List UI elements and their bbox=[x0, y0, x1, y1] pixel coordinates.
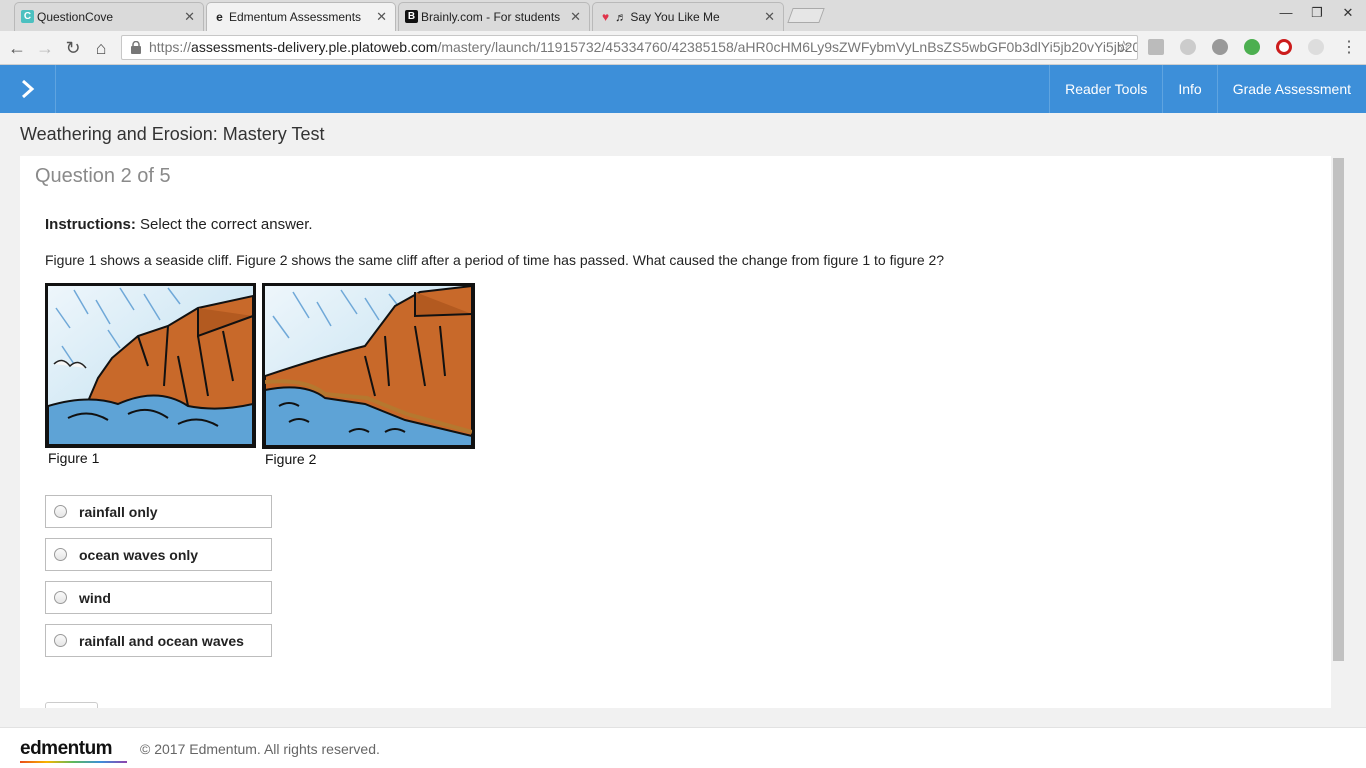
close-tab-icon[interactable]: ✕ bbox=[376, 9, 387, 25]
next-button[interactable] bbox=[45, 702, 98, 708]
edmentum-logo: edmentum bbox=[20, 738, 113, 759]
instructions-label: Instructions: bbox=[45, 216, 136, 233]
extension-icon[interactable] bbox=[1180, 39, 1196, 55]
answer-choice-rainfall-only[interactable]: rainfall only bbox=[45, 495, 272, 528]
tab-edmentum[interactable]: e Edmentum Assessments ✕ bbox=[206, 2, 396, 31]
header-nav: Reader Tools Info Grade Assessment bbox=[1049, 65, 1366, 113]
choice-label: ocean waves only bbox=[79, 547, 199, 563]
url-scheme: https:// bbox=[149, 39, 192, 55]
close-window-icon[interactable]: ✕ bbox=[1338, 5, 1358, 21]
reload-icon[interactable]: ↻ bbox=[62, 37, 84, 59]
grade-assessment-button[interactable]: Grade Assessment bbox=[1216, 65, 1366, 113]
instructions-text: Select the correct answer. bbox=[140, 216, 313, 233]
forward-icon[interactable]: → bbox=[34, 37, 56, 59]
figure-1-image bbox=[45, 283, 256, 448]
info-button[interactable]: Info bbox=[1162, 65, 1216, 113]
page-title: Weathering and Erosion: Mastery Test bbox=[20, 124, 325, 144]
radio-button[interactable] bbox=[54, 505, 67, 518]
radio-button[interactable] bbox=[54, 591, 67, 604]
bookmark-star-icon[interactable]: ☆ bbox=[1117, 36, 1131, 59]
iheartradio-icon: ♥ bbox=[601, 9, 610, 24]
address-bar[interactable]: https://assessments-delivery.ple.platowe… bbox=[121, 35, 1138, 60]
extension-icon[interactable] bbox=[1212, 39, 1228, 55]
extension-icon[interactable] bbox=[1148, 39, 1164, 55]
tab-iheartradio[interactable]: ♥ ♬ Say You Like Me ✕ bbox=[592, 2, 784, 31]
browser-tab-strip: C QuestionCove ✕ e Edmentum Assessments … bbox=[0, 0, 1366, 31]
menu-toggle-button[interactable] bbox=[0, 65, 56, 113]
hangouts-icon[interactable] bbox=[1244, 39, 1260, 55]
figure-2-caption: Figure 2 bbox=[265, 451, 317, 467]
scrollbar-thumb[interactable] bbox=[1333, 158, 1344, 661]
tab-title: ♬ Say You Like Me bbox=[615, 10, 720, 24]
minimize-icon[interactable]: — bbox=[1276, 5, 1296, 20]
choice-label: wind bbox=[79, 590, 111, 606]
radio-button[interactable] bbox=[54, 548, 67, 561]
choice-label: rainfall and ocean waves bbox=[79, 633, 244, 649]
close-tab-icon[interactable]: ✕ bbox=[184, 9, 195, 25]
figure-2-image bbox=[262, 283, 475, 449]
tab-questioncove[interactable]: C QuestionCove ✕ bbox=[14, 2, 204, 31]
browser-toolbar: ← → ↻ ⌂ https://assessments-delivery.ple… bbox=[0, 31, 1366, 65]
app-header: Reader Tools Info Grade Assessment bbox=[0, 65, 1366, 113]
chrome-menu-icon[interactable]: ⋮ bbox=[1338, 37, 1360, 59]
question-number: Question 2 of 5 bbox=[35, 165, 171, 187]
new-tab-button[interactable] bbox=[787, 8, 825, 23]
close-tab-icon[interactable]: ✕ bbox=[570, 9, 581, 25]
questioncove-icon: C bbox=[21, 10, 34, 23]
figure-1-caption: Figure 1 bbox=[48, 450, 100, 466]
tab-title: Brainly.com - For students bbox=[421, 10, 561, 24]
maximize-icon[interactable]: ❐ bbox=[1307, 5, 1327, 21]
home-icon[interactable]: ⌂ bbox=[90, 37, 112, 59]
chevron-right-icon bbox=[21, 79, 34, 99]
question-panel: Question 2 of 5 Instructions: Select the… bbox=[20, 156, 1331, 708]
edmentum-icon: e bbox=[216, 9, 223, 24]
close-tab-icon[interactable]: ✕ bbox=[764, 9, 775, 25]
choice-label: rainfall only bbox=[79, 504, 158, 520]
extension-icon[interactable] bbox=[1308, 39, 1324, 55]
lock-icon bbox=[131, 41, 141, 54]
radio-button[interactable] bbox=[54, 634, 67, 647]
url-domain: assessments-delivery.ple.platoweb.com bbox=[191, 39, 438, 55]
logo-color-bar bbox=[20, 761, 127, 763]
opera-icon[interactable] bbox=[1276, 39, 1292, 55]
answer-choice-ocean-waves-only[interactable]: ocean waves only bbox=[45, 538, 272, 571]
question-prompt: Figure 1 shows a seaside cliff. Figure 2… bbox=[45, 252, 945, 268]
tab-title: QuestionCove bbox=[37, 10, 114, 24]
reader-tools-button[interactable]: Reader Tools bbox=[1049, 65, 1162, 113]
tab-title: Edmentum Assessments bbox=[229, 10, 362, 24]
copyright-text: © 2017 Edmentum. All rights reserved. bbox=[140, 741, 380, 757]
brainly-icon: B bbox=[405, 10, 418, 23]
url-path: /mastery/launch/11915732/45334760/423851… bbox=[437, 39, 1138, 55]
back-icon[interactable]: ← bbox=[6, 37, 28, 59]
tab-brainly[interactable]: B Brainly.com - For students ✕ bbox=[398, 2, 590, 31]
footer: edmentum © 2017 Edmentum. All rights res… bbox=[0, 727, 1366, 768]
instructions: Instructions: Select the correct answer. bbox=[45, 216, 313, 233]
answer-choice-wind[interactable]: wind bbox=[45, 581, 272, 614]
answer-choice-rainfall-and-ocean-waves[interactable]: rainfall and ocean waves bbox=[45, 624, 272, 657]
